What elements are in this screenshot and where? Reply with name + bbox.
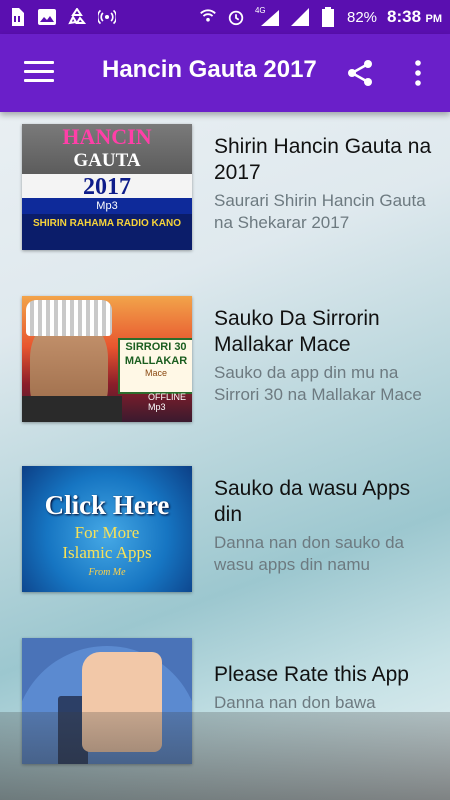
- signal-icon: [290, 8, 309, 26]
- status-bar: 4G 82% 8:38 PM: [0, 0, 450, 34]
- more-options-icon[interactable]: [410, 58, 426, 88]
- signal-4g-icon: 4G: [254, 6, 281, 26]
- item-subtitle: Sauko da app din mu na Sirrori 30 na Mal…: [214, 363, 422, 404]
- hotspot-icon: [98, 8, 116, 26]
- bottom-shadow: [0, 712, 450, 800]
- thumb-text: Islamic Apps: [62, 543, 152, 562]
- app-list: HANCIN GAUTA 2017 Mp3 SHIRIN RAHAMA RADI…: [0, 112, 450, 800]
- hancin-gauta-thumbnail: HANCIN GAUTA 2017 Mp3 SHIRIN RAHAMA RADI…: [22, 124, 192, 250]
- thumb-text: SHIRIN RAHAMA RADIO KANO: [22, 214, 192, 250]
- wifi-calling-icon: [199, 8, 217, 26]
- click-here-thumbnail: Click Here For More Islamic Apps From Me: [22, 466, 192, 592]
- thumb-text: Mace: [144, 368, 167, 378]
- sim-card-icon: [8, 8, 26, 26]
- thumb-text: MALLAKAR: [124, 355, 188, 367]
- thumb-text: SIRRORI 30: [125, 341, 187, 353]
- recycle-icon: [68, 8, 86, 26]
- battery-percent: 82%: [346, 8, 378, 26]
- item-subtitle: Danna nan don sauko da wasu apps din nam…: [214, 533, 404, 574]
- item-subtitle: Saurari Shirin Hancin Gauta na Shekarar …: [214, 191, 426, 232]
- sirrori-thumbnail: SIRRORI 30 MALLAKAR Mace OFFLINE Mp3: [22, 296, 192, 422]
- list-item[interactable]: HANCIN GAUTA 2017 Mp3 SHIRIN RAHAMA RADI…: [0, 112, 450, 262]
- alarm-icon: [227, 8, 245, 26]
- thumb-text: 2017: [22, 174, 192, 200]
- item-title: Please Rate this App: [214, 663, 409, 686]
- clock-time: 8:38: [387, 7, 422, 26]
- app-title: Hancin Gauta 2017: [102, 56, 317, 83]
- battery-icon: [319, 7, 337, 27]
- share-icon[interactable]: [345, 58, 375, 88]
- thumb-text: GAUTA: [73, 150, 141, 171]
- app-bar: Hancin Gauta 2017: [0, 34, 450, 112]
- clock-ampm: PM: [425, 13, 443, 25]
- item-title: Sauko da wasu Apps din: [214, 477, 411, 526]
- item-title: Shirin Hancin Gauta na 2017: [214, 135, 432, 184]
- thumb-text: From Me: [88, 567, 126, 578]
- hamburger-menu-icon[interactable]: [24, 61, 54, 85]
- thumb-text: OFFLINE Mp3: [148, 392, 187, 412]
- list-item[interactable]: Click Here For More Islamic Apps From Me…: [0, 454, 450, 604]
- network-type-label: 4G: [254, 6, 266, 15]
- clock: 8:38 PM: [387, 7, 442, 27]
- list-item[interactable]: SIRRORI 30 MALLAKAR Mace OFFLINE Mp3 Sau…: [0, 284, 450, 434]
- item-subtitle: Danna nan don bawa: [214, 693, 376, 712]
- thumb-text: For More: [74, 523, 140, 542]
- image-icon: [38, 8, 56, 26]
- thumb-text: HANCIN: [62, 124, 152, 149]
- item-title: Sauko Da Sirrorin Mallakar Mace: [214, 307, 380, 356]
- thumb-text: Click Here: [44, 490, 170, 520]
- thumb-text: Mp3: [22, 198, 192, 214]
